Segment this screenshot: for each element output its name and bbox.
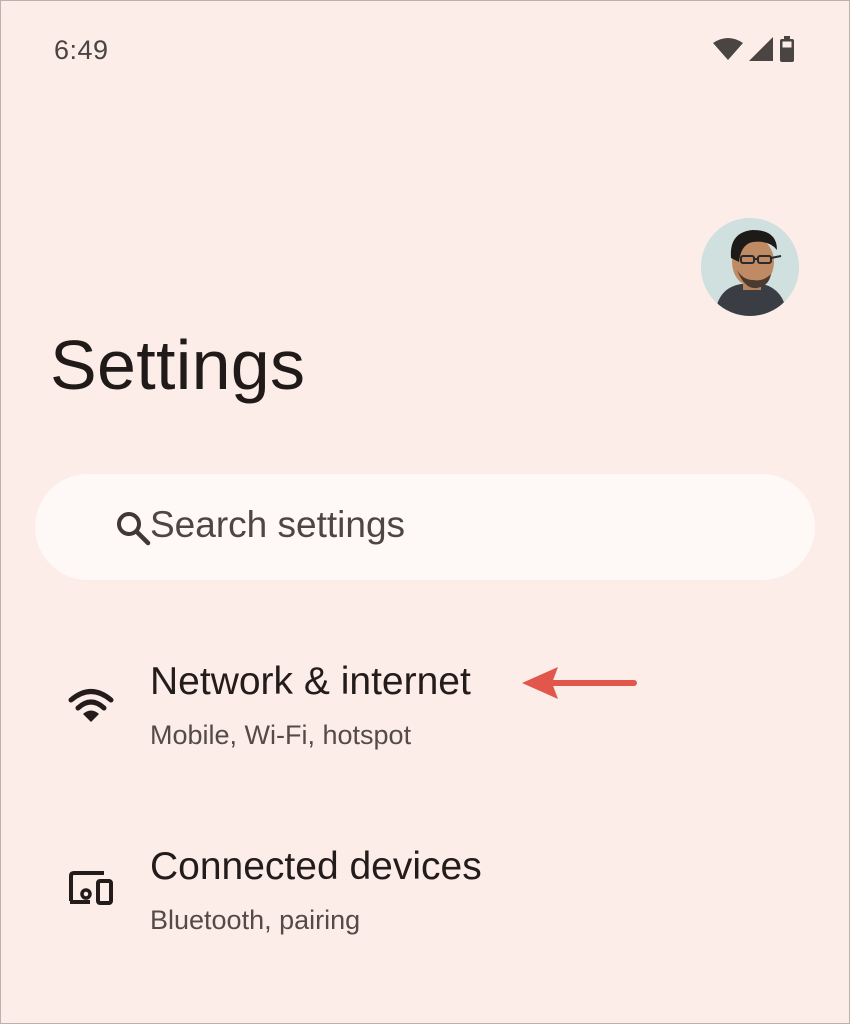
wifi-icon [68, 688, 114, 724]
annotation-arrow [520, 663, 640, 703]
search-bar[interactable]: Search settings [35, 474, 815, 580]
wifi-icon [713, 37, 743, 61]
search-input[interactable]: Search settings [150, 504, 405, 546]
cellular-signal-icon [749, 37, 773, 61]
item-subtitle: Mobile, Wi-Fi, hotspot [150, 720, 412, 750]
item-title: Connected devices [150, 845, 482, 888]
status-bar: 6:49 [0, 0, 850, 100]
search-icon [115, 510, 151, 546]
item-title: Network & internet [150, 660, 471, 703]
item-subtitle: Bluetooth, pairing [150, 905, 361, 935]
battery-icon [779, 36, 795, 62]
connected-devices-icon [68, 871, 114, 905]
status-time: 6:49 [54, 35, 109, 65]
status-icons [713, 36, 795, 62]
profile-avatar[interactable] [701, 218, 799, 316]
page-title: Settings [50, 326, 306, 404]
settings-item-connected-devices[interactable]: Connected devices Bluetooth, pairing [0, 815, 850, 965]
settings-item-network-internet[interactable]: Network & internet Mobile, Wi-Fi, hotspo… [0, 630, 850, 780]
